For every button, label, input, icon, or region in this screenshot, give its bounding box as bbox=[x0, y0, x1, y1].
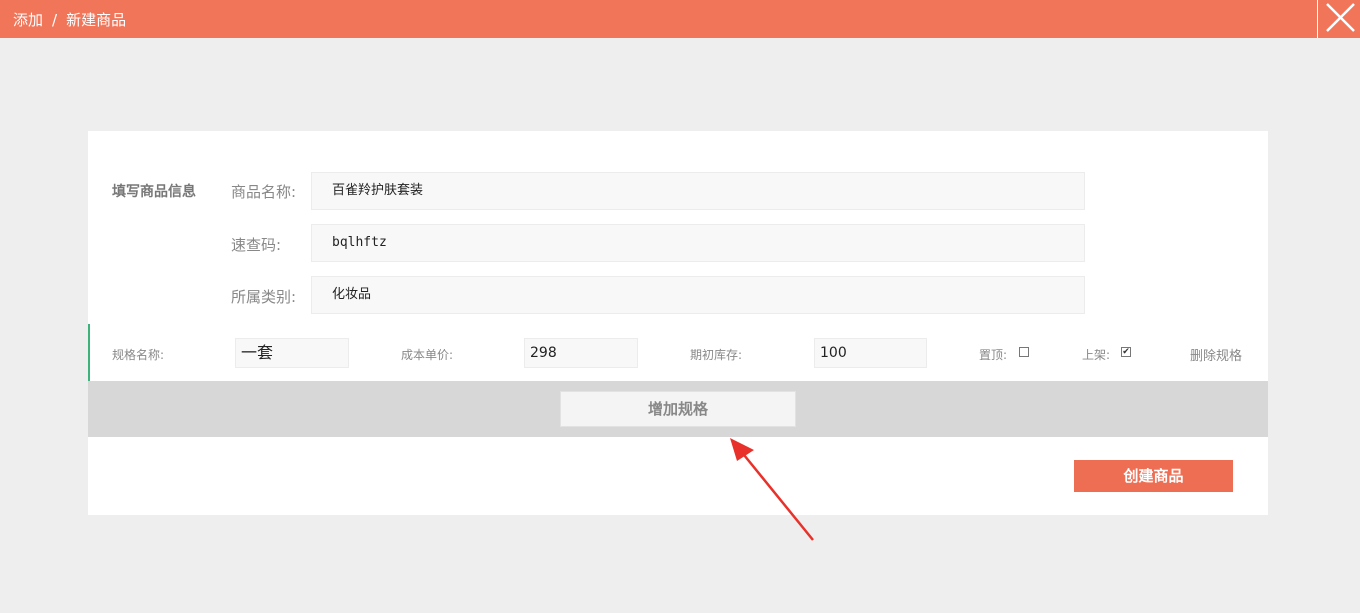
add-spec-bar: 增加规格 bbox=[88, 381, 1268, 437]
spec-name-label: 规格名称: bbox=[112, 348, 165, 362]
initial-stock-label: 期初库存: bbox=[690, 348, 743, 362]
product-form-panel: 填写商品信息 商品名称: 百雀羚护肤套装 速查码: bqlhftz 所属类别: … bbox=[88, 131, 1268, 515]
pin-top-checkbox[interactable] bbox=[1019, 347, 1029, 357]
create-product-button[interactable]: 创建商品 bbox=[1074, 460, 1233, 492]
category-input[interactable]: 化妆品 bbox=[311, 276, 1085, 314]
checkmark-icon: ✔ bbox=[1122, 347, 1130, 357]
breadcrumb-add: 添加 bbox=[13, 11, 44, 29]
breadcrumb-separator: / bbox=[52, 11, 58, 29]
spec-name-input[interactable]: 一套 bbox=[235, 338, 349, 368]
on-shelf-label: 上架: bbox=[1082, 348, 1111, 362]
initial-stock-input[interactable]: 100 bbox=[814, 338, 927, 368]
title-bar: 添加 / 新建商品 bbox=[0, 0, 1360, 38]
breadcrumb: 添加 / 新建商品 bbox=[13, 9, 126, 30]
section-label: 填写商品信息 bbox=[112, 184, 196, 200]
pin-top-label: 置顶: bbox=[979, 348, 1008, 362]
delete-spec-link[interactable]: 删除规格 bbox=[1190, 345, 1242, 364]
quick-code-label: 速查码: bbox=[231, 236, 282, 254]
product-name-input[interactable]: 百雀羚护肤套装 bbox=[311, 172, 1085, 210]
close-button[interactable] bbox=[1317, 0, 1360, 38]
cost-price-label: 成本单价: bbox=[401, 348, 454, 362]
product-name-label: 商品名称: bbox=[231, 183, 297, 201]
breadcrumb-new-product: 新建商品 bbox=[66, 11, 127, 29]
on-shelf-checkbox[interactable]: ✔ bbox=[1121, 347, 1131, 357]
category-label: 所属类别: bbox=[231, 288, 297, 306]
quick-code-input[interactable]: bqlhftz bbox=[311, 224, 1085, 262]
cost-price-input[interactable]: 298 bbox=[524, 338, 638, 368]
close-icon bbox=[1326, 3, 1355, 32]
red-arrow-icon bbox=[730, 438, 814, 541]
add-spec-button[interactable]: 增加规格 bbox=[560, 391, 796, 427]
spec-row: 规格名称: 一套 成本单价: 298 期初库存: 100 置顶: 上架: ✔ 删… bbox=[88, 324, 1268, 381]
